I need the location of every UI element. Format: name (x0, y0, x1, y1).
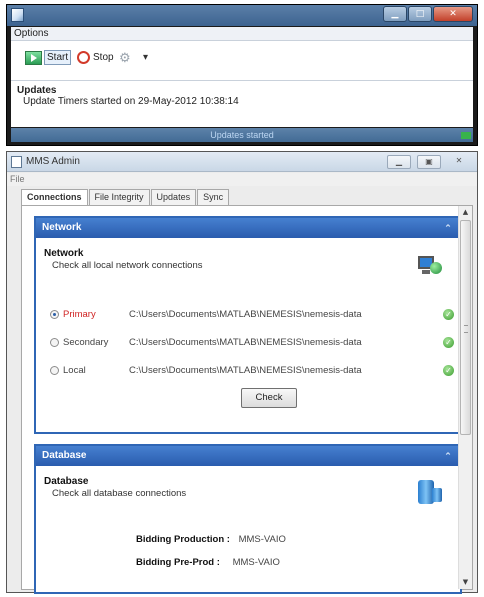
location-row-secondary: Secondary C:\Users\Documents\MATLAB\NEME… (50, 336, 454, 350)
network-description: Check all local network connections (52, 260, 203, 271)
connections-content: Network ⌃ Network Check all local networ… (21, 205, 473, 594)
start-label: Start (44, 50, 72, 65)
close-button[interactable]: ✕ (433, 6, 473, 22)
updates-section: Updates Update Timers started on 29-May-… (11, 81, 473, 127)
local-radio[interactable] (50, 366, 59, 375)
vertical-scrollbar[interactable]: ▲ ▼ (458, 206, 472, 589)
play-icon (25, 50, 42, 65)
start-button[interactable]: Start (25, 49, 72, 66)
tab-connections[interactable]: Connections (21, 189, 88, 206)
stop-label: Stop (93, 52, 114, 63)
database-description: Check all database connections (52, 488, 187, 499)
scrollbar-thumb[interactable] (460, 220, 471, 435)
network-panel-header[interactable]: Network ⌃ (36, 218, 460, 238)
network-icon (416, 254, 442, 276)
database-panel: Database ⌃ Database Check all database c… (34, 444, 462, 594)
check-ok-icon: ✓ (443, 309, 454, 320)
minimize-button[interactable]: ▁ (383, 6, 407, 22)
status-bar: Updates started (11, 128, 473, 142)
updates-heading: Updates (17, 85, 57, 96)
db-entry-production: Bidding Production : MMS-VAIO (136, 534, 286, 545)
primary-label: Primary (63, 309, 96, 320)
tab-strip: Connections File Integrity Updates Sync (21, 189, 230, 206)
options-title-bar[interactable]: ▁ □ ✕ (7, 5, 477, 26)
window-controls: ▁ □ ✕ (383, 6, 473, 22)
database-title: Database (44, 476, 89, 487)
admin-minimize-button[interactable]: ▁ (387, 155, 411, 169)
db-value: MMS-VAIO (232, 557, 280, 568)
collapse-icon[interactable]: ⌃ (442, 450, 454, 462)
stop-button[interactable]: Stop (77, 49, 114, 66)
secondary-label: Secondary (63, 337, 109, 348)
tab-sync[interactable]: Sync (197, 189, 230, 205)
admin-close-button[interactable]: ✕ (447, 155, 471, 169)
network-title: Network (44, 248, 84, 259)
database-icon (416, 480, 442, 504)
collapse-icon[interactable]: ⌃ (442, 222, 454, 234)
db-key: Bidding Production : (136, 534, 230, 545)
network-panel: Network ⌃ Network Check all local networ… (34, 216, 462, 434)
updates-message: Update Timers started on 29-May-2012 10:… (23, 96, 239, 107)
stop-icon (77, 51, 90, 64)
file-menu[interactable]: File (7, 173, 477, 186)
secondary-radio[interactable] (50, 338, 59, 347)
local-path: C:\Users\Documents\MATLAB\NEMESIS\nemesi… (129, 365, 362, 376)
gear-icon[interactable]: ⚙ (119, 49, 131, 66)
secondary-path: C:\Users\Documents\MATLAB\NEMESIS\nemesi… (129, 337, 362, 348)
timer-toolbar: Start Stop ⚙ ▾ (11, 41, 473, 81)
db-key: Bidding Pre-Prod : (136, 557, 220, 568)
resize-grip-icon[interactable] (461, 132, 471, 139)
tab-updates[interactable]: Updates (150, 189, 197, 205)
check-ok-icon: ✓ (443, 365, 454, 376)
chevron-down-icon[interactable]: ▾ (143, 49, 148, 66)
local-label: Local (63, 365, 86, 376)
scroll-up-icon[interactable]: ▲ (459, 206, 472, 219)
database-header-label: Database (42, 450, 87, 461)
primary-radio[interactable] (50, 310, 59, 319)
admin-app-icon (11, 156, 22, 168)
db-value: MMS-VAIO (238, 534, 286, 545)
admin-window-controls: ▁ ▣ ✕ (387, 155, 471, 169)
check-ok-icon: ✓ (443, 337, 454, 348)
scroll-down-icon[interactable]: ▼ (459, 576, 472, 589)
app-icon (11, 8, 24, 22)
options-menu[interactable]: Options (11, 27, 473, 41)
check-button[interactable]: Check (241, 388, 297, 408)
status-text: Updates started (210, 130, 274, 140)
options-window: ▁ □ ✕ Options Start Stop ⚙ ▾ Updates Upd… (6, 4, 478, 146)
mms-admin-window: MMS Admin ▁ ▣ ✕ File Connections File In… (6, 151, 478, 594)
location-row-local: Local C:\Users\Documents\MATLAB\NEMESIS\… (50, 364, 454, 378)
db-entry-preprod: Bidding Pre-Prod : MMS-VAIO (136, 557, 280, 568)
window-title: MMS Admin (26, 156, 80, 167)
network-header-label: Network (42, 222, 82, 233)
database-panel-header[interactable]: Database ⌃ (36, 446, 460, 466)
location-row-primary: Primary C:\Users\Documents\MATLAB\NEMESI… (50, 308, 454, 322)
admin-maximize-button[interactable]: ▣ (417, 155, 441, 169)
primary-path: C:\Users\Documents\MATLAB\NEMESIS\nemesi… (129, 309, 362, 320)
tab-file-integrity[interactable]: File Integrity (88, 189, 150, 205)
admin-title-bar[interactable]: MMS Admin ▁ ▣ ✕ (7, 152, 477, 172)
maximize-button[interactable]: □ (408, 6, 432, 22)
